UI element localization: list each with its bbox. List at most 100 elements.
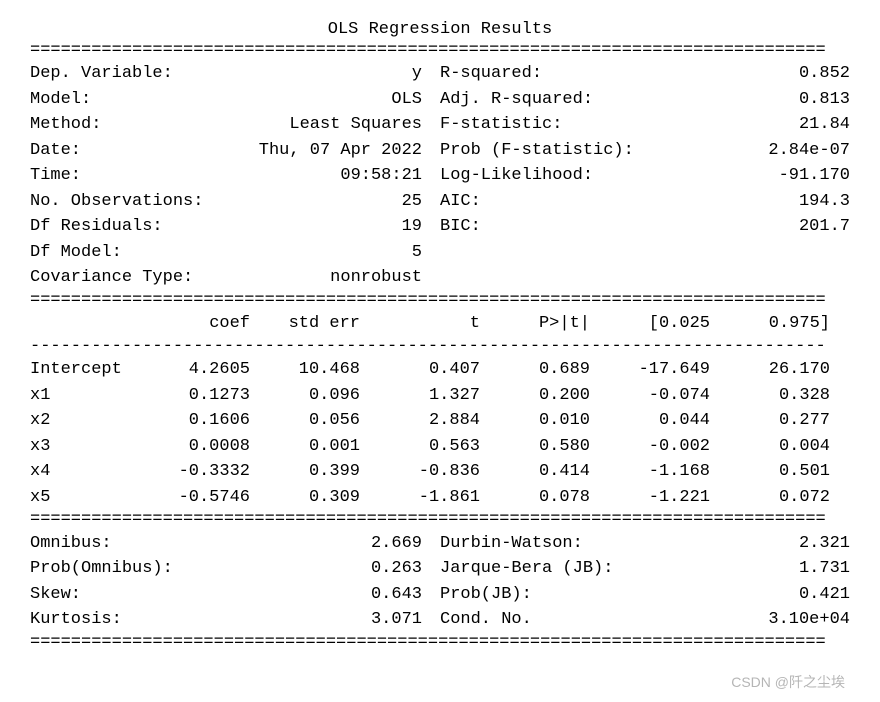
summary-row: Method:Least SquaresF-statistic:21.84 <box>30 112 850 138</box>
coef-cell-lo: -17.649 <box>590 357 710 383</box>
summary-value: 25 <box>203 189 440 215</box>
summary-value: 2.321 <box>583 531 850 557</box>
summary-row: No. Observations:25AIC:194.3 <box>30 189 850 215</box>
coef-cell-coef: -0.5746 <box>140 485 250 511</box>
summary-row: Skew:0.643Prob(JB):0.421 <box>30 582 850 608</box>
coef-cell-name: x4 <box>30 459 140 485</box>
summary-value: 3.071 <box>122 607 440 633</box>
coef-cell-t: 2.884 <box>360 408 480 434</box>
summary-value: 1.731 <box>613 556 850 582</box>
summary-label: Prob (F-statistic): <box>440 138 634 164</box>
summary-value: 0.852 <box>542 61 850 87</box>
coef-cell-name: x3 <box>30 434 140 460</box>
coef-cell-hi: 0.328 <box>710 383 830 409</box>
summary-label: Model: <box>30 87 91 113</box>
summary-row: Prob(Omnibus):0.263Jarque-Bera (JB):1.73… <box>30 556 850 582</box>
coef-header-t: t <box>360 311 480 337</box>
coef-header-stderr: std err <box>250 311 360 337</box>
coef-cell-lo: -0.002 <box>590 434 710 460</box>
coef-cell-name: x5 <box>30 485 140 511</box>
coef-cell-p: 0.010 <box>480 408 590 434</box>
summary-value: y <box>173 61 440 87</box>
coef-cell-lo: -0.074 <box>590 383 710 409</box>
summary-label: Jarque-Bera (JB): <box>440 556 613 582</box>
summary-value: 0.643 <box>81 582 440 608</box>
summary-value: 0.263 <box>173 556 440 582</box>
coef-cell-p: 0.580 <box>480 434 590 460</box>
summary-label: Df Residuals: <box>30 214 163 240</box>
coef-cell-hi: 0.501 <box>710 459 830 485</box>
watermark: CSDN @阡之尘埃 <box>731 672 845 692</box>
summary-value: 19 <box>163 214 440 240</box>
summary-value: 201.7 <box>481 214 850 240</box>
report-title: OLS Regression Results <box>30 20 850 39</box>
summary-value: 0.421 <box>532 582 850 608</box>
coef-cell-stderr: 0.096 <box>250 383 360 409</box>
summary-row: Dep. Variable:yR-squared:0.852 <box>30 61 850 87</box>
coef-row: x10.12730.0961.3270.200-0.0740.328 <box>30 383 850 409</box>
summary-label: Method: <box>30 112 101 138</box>
summary-row: Df Model:5 <box>30 240 850 266</box>
summary-value: 09:58:21 <box>81 163 440 189</box>
coef-header-row: coef std err t P>|t| [0.025 0.975] <box>30 311 850 337</box>
summary-label: R-squared: <box>440 61 542 87</box>
coef-cell-p: 0.200 <box>480 383 590 409</box>
summary-top-section: Dep. Variable:yR-squared:0.852Model:OLSA… <box>30 61 850 291</box>
coef-cell-p: 0.078 <box>480 485 590 511</box>
coef-cell-stderr: 0.056 <box>250 408 360 434</box>
coef-cell-coef: 0.1273 <box>140 383 250 409</box>
coef-cell-stderr: 0.399 <box>250 459 360 485</box>
summary-value: -91.170 <box>593 163 850 189</box>
summary-row: Kurtosis:3.071Cond. No.3.10e+04 <box>30 607 850 633</box>
coef-row: x30.00080.0010.5630.580-0.0020.004 <box>30 434 850 460</box>
summary-label: Log-Likelihood: <box>440 163 593 189</box>
summary-bottom-section: Omnibus:2.669Durbin-Watson:2.321Prob(Omn… <box>30 531 850 633</box>
coef-cell-hi: 0.277 <box>710 408 830 434</box>
summary-label: Time: <box>30 163 81 189</box>
coef-cell-hi: 26.170 <box>710 357 830 383</box>
coef-cell-stderr: 0.309 <box>250 485 360 511</box>
divider-coef-bottom: ========================================… <box>30 510 850 530</box>
summary-label: BIC: <box>440 214 481 240</box>
summary-label: F-statistic: <box>440 112 562 138</box>
summary-row: Model:OLSAdj. R-squared:0.813 <box>30 87 850 113</box>
summary-value: 0.813 <box>593 87 850 113</box>
divider-coef-top: ========================================… <box>30 291 850 311</box>
coef-cell-t: 0.563 <box>360 434 480 460</box>
summary-label: Prob(Omnibus): <box>30 556 173 582</box>
coef-cell-hi: 0.072 <box>710 485 830 511</box>
divider-coef-mid: ----------------------------------------… <box>30 337 850 357</box>
summary-value: 21.84 <box>562 112 850 138</box>
summary-value: 2.669 <box>112 531 440 557</box>
summary-value: 3.10e+04 <box>532 607 850 633</box>
coef-cell-p: 0.689 <box>480 357 590 383</box>
coef-body: Intercept4.260510.4680.4070.689-17.64926… <box>30 357 850 510</box>
coef-cell-lo: 0.044 <box>590 408 710 434</box>
coef-cell-t: -1.861 <box>360 485 480 511</box>
summary-label: Omnibus: <box>30 531 112 557</box>
summary-label: Skew: <box>30 582 81 608</box>
summary-label: Date: <box>30 138 81 164</box>
summary-row: Df Residuals:19BIC:201.7 <box>30 214 850 240</box>
summary-value: 5 <box>122 240 440 266</box>
summary-label: Cond. No. <box>440 607 532 633</box>
coef-cell-coef: 4.2605 <box>140 357 250 383</box>
summary-value: Thu, 07 Apr 2022 <box>81 138 440 164</box>
coef-cell-coef: 0.1606 <box>140 408 250 434</box>
summary-label: No. Observations: <box>30 189 203 215</box>
summary-label: Df Model: <box>30 240 122 266</box>
coef-cell-hi: 0.004 <box>710 434 830 460</box>
summary-label: Dep. Variable: <box>30 61 173 87</box>
coef-cell-name: Intercept <box>30 357 140 383</box>
summary-row: Date:Thu, 07 Apr 2022Prob (F-statistic):… <box>30 138 850 164</box>
divider-final: ========================================… <box>30 633 850 653</box>
coef-cell-lo: -1.221 <box>590 485 710 511</box>
divider-top: ========================================… <box>30 41 850 61</box>
coef-row: x20.16060.0562.8840.0100.0440.277 <box>30 408 850 434</box>
coef-cell-name: x1 <box>30 383 140 409</box>
coef-row: x5-0.57460.309-1.8610.078-1.2210.072 <box>30 485 850 511</box>
coef-cell-coef: -0.3332 <box>140 459 250 485</box>
summary-value: OLS <box>91 87 440 113</box>
summary-value: Least Squares <box>101 112 440 138</box>
summary-label: Kurtosis: <box>30 607 122 633</box>
